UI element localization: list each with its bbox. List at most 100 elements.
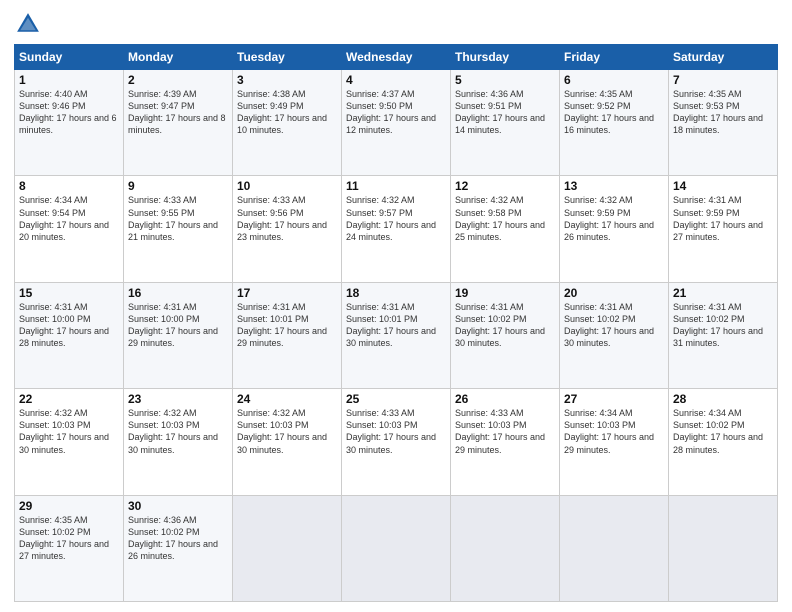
day-number: 4 [346,73,446,87]
day-info: Sunrise: 4:32 AMSunset: 9:57 PMDaylight:… [346,194,446,243]
calendar-cell: 14Sunrise: 4:31 AMSunset: 9:59 PMDayligh… [669,176,778,282]
day-number: 13 [564,179,664,193]
calendar-cell: 27Sunrise: 4:34 AMSunset: 10:03 PMDaylig… [560,389,669,495]
day-number: 23 [128,392,228,406]
calendar-cell: 26Sunrise: 4:33 AMSunset: 10:03 PMDaylig… [451,389,560,495]
day-number: 18 [346,286,446,300]
calendar-cell [342,495,451,601]
day-number: 10 [237,179,337,193]
calendar-cell: 30Sunrise: 4:36 AMSunset: 10:02 PMDaylig… [124,495,233,601]
day-number: 25 [346,392,446,406]
day-info: Sunrise: 4:33 AMSunset: 9:55 PMDaylight:… [128,194,228,243]
logo-icon [14,10,42,38]
calendar-cell: 5Sunrise: 4:36 AMSunset: 9:51 PMDaylight… [451,70,560,176]
day-info: Sunrise: 4:35 AMSunset: 10:02 PMDaylight… [19,514,119,563]
day-number: 30 [128,499,228,513]
day-number: 27 [564,392,664,406]
weekday-header: Friday [560,45,669,70]
day-number: 14 [673,179,773,193]
day-info: Sunrise: 4:33 AMSunset: 9:56 PMDaylight:… [237,194,337,243]
calendar-cell: 17Sunrise: 4:31 AMSunset: 10:01 PMDaylig… [233,282,342,388]
day-info: Sunrise: 4:38 AMSunset: 9:49 PMDaylight:… [237,88,337,137]
day-number: 24 [237,392,337,406]
day-number: 9 [128,179,228,193]
day-info: Sunrise: 4:31 AMSunset: 10:00 PMDaylight… [128,301,228,350]
day-info: Sunrise: 4:31 AMSunset: 10:01 PMDaylight… [237,301,337,350]
day-info: Sunrise: 4:35 AMSunset: 9:53 PMDaylight:… [673,88,773,137]
day-number: 3 [237,73,337,87]
day-number: 21 [673,286,773,300]
day-number: 1 [19,73,119,87]
calendar-cell [560,495,669,601]
calendar-cell: 16Sunrise: 4:31 AMSunset: 10:00 PMDaylig… [124,282,233,388]
calendar-cell: 6Sunrise: 4:35 AMSunset: 9:52 PMDaylight… [560,70,669,176]
calendar-cell [669,495,778,601]
day-number: 15 [19,286,119,300]
day-info: Sunrise: 4:33 AMSunset: 10:03 PMDaylight… [346,407,446,456]
day-info: Sunrise: 4:36 AMSunset: 9:51 PMDaylight:… [455,88,555,137]
day-info: Sunrise: 4:36 AMSunset: 10:02 PMDaylight… [128,514,228,563]
day-number: 12 [455,179,555,193]
weekday-header: Monday [124,45,233,70]
weekday-header: Wednesday [342,45,451,70]
calendar-cell: 12Sunrise: 4:32 AMSunset: 9:58 PMDayligh… [451,176,560,282]
calendar-table: SundayMondayTuesdayWednesdayThursdayFrid… [14,44,778,602]
day-info: Sunrise: 4:32 AMSunset: 10:03 PMDaylight… [237,407,337,456]
day-info: Sunrise: 4:33 AMSunset: 10:03 PMDaylight… [455,407,555,456]
day-number: 26 [455,392,555,406]
calendar-cell: 8Sunrise: 4:34 AMSunset: 9:54 PMDaylight… [15,176,124,282]
day-number: 22 [19,392,119,406]
weekday-header: Tuesday [233,45,342,70]
weekday-header: Saturday [669,45,778,70]
calendar-cell: 20Sunrise: 4:31 AMSunset: 10:02 PMDaylig… [560,282,669,388]
day-number: 5 [455,73,555,87]
calendar-cell [451,495,560,601]
calendar-cell: 19Sunrise: 4:31 AMSunset: 10:02 PMDaylig… [451,282,560,388]
day-info: Sunrise: 4:31 AMSunset: 10:01 PMDaylight… [346,301,446,350]
day-info: Sunrise: 4:34 AMSunset: 10:02 PMDaylight… [673,407,773,456]
day-info: Sunrise: 4:31 AMSunset: 9:59 PMDaylight:… [673,194,773,243]
logo [14,10,46,38]
day-info: Sunrise: 4:32 AMSunset: 10:03 PMDaylight… [19,407,119,456]
day-info: Sunrise: 4:39 AMSunset: 9:47 PMDaylight:… [128,88,228,137]
calendar-cell: 23Sunrise: 4:32 AMSunset: 10:03 PMDaylig… [124,389,233,495]
calendar-cell: 18Sunrise: 4:31 AMSunset: 10:01 PMDaylig… [342,282,451,388]
calendar-cell: 10Sunrise: 4:33 AMSunset: 9:56 PMDayligh… [233,176,342,282]
calendar-cell: 22Sunrise: 4:32 AMSunset: 10:03 PMDaylig… [15,389,124,495]
calendar-cell: 25Sunrise: 4:33 AMSunset: 10:03 PMDaylig… [342,389,451,495]
calendar-cell: 13Sunrise: 4:32 AMSunset: 9:59 PMDayligh… [560,176,669,282]
day-info: Sunrise: 4:32 AMSunset: 9:59 PMDaylight:… [564,194,664,243]
calendar-cell: 28Sunrise: 4:34 AMSunset: 10:02 PMDaylig… [669,389,778,495]
day-number: 17 [237,286,337,300]
calendar-cell: 2Sunrise: 4:39 AMSunset: 9:47 PMDaylight… [124,70,233,176]
day-number: 20 [564,286,664,300]
header [14,10,778,38]
calendar-cell: 24Sunrise: 4:32 AMSunset: 10:03 PMDaylig… [233,389,342,495]
day-info: Sunrise: 4:40 AMSunset: 9:46 PMDaylight:… [19,88,119,137]
calendar-cell: 4Sunrise: 4:37 AMSunset: 9:50 PMDaylight… [342,70,451,176]
day-info: Sunrise: 4:31 AMSunset: 10:02 PMDaylight… [455,301,555,350]
calendar-cell [233,495,342,601]
day-info: Sunrise: 4:31 AMSunset: 10:02 PMDaylight… [564,301,664,350]
day-number: 19 [455,286,555,300]
weekday-header: Thursday [451,45,560,70]
day-number: 29 [19,499,119,513]
day-info: Sunrise: 4:32 AMSunset: 10:03 PMDaylight… [128,407,228,456]
calendar-cell: 1Sunrise: 4:40 AMSunset: 9:46 PMDaylight… [15,70,124,176]
calendar-cell: 15Sunrise: 4:31 AMSunset: 10:00 PMDaylig… [15,282,124,388]
day-number: 11 [346,179,446,193]
day-info: Sunrise: 4:31 AMSunset: 10:02 PMDaylight… [673,301,773,350]
calendar-cell: 7Sunrise: 4:35 AMSunset: 9:53 PMDaylight… [669,70,778,176]
day-number: 16 [128,286,228,300]
day-info: Sunrise: 4:32 AMSunset: 9:58 PMDaylight:… [455,194,555,243]
day-info: Sunrise: 4:35 AMSunset: 9:52 PMDaylight:… [564,88,664,137]
calendar-cell: 11Sunrise: 4:32 AMSunset: 9:57 PMDayligh… [342,176,451,282]
calendar-cell: 21Sunrise: 4:31 AMSunset: 10:02 PMDaylig… [669,282,778,388]
day-info: Sunrise: 4:34 AMSunset: 10:03 PMDaylight… [564,407,664,456]
calendar-cell: 9Sunrise: 4:33 AMSunset: 9:55 PMDaylight… [124,176,233,282]
day-number: 6 [564,73,664,87]
day-number: 8 [19,179,119,193]
day-info: Sunrise: 4:31 AMSunset: 10:00 PMDaylight… [19,301,119,350]
day-number: 7 [673,73,773,87]
day-info: Sunrise: 4:34 AMSunset: 9:54 PMDaylight:… [19,194,119,243]
